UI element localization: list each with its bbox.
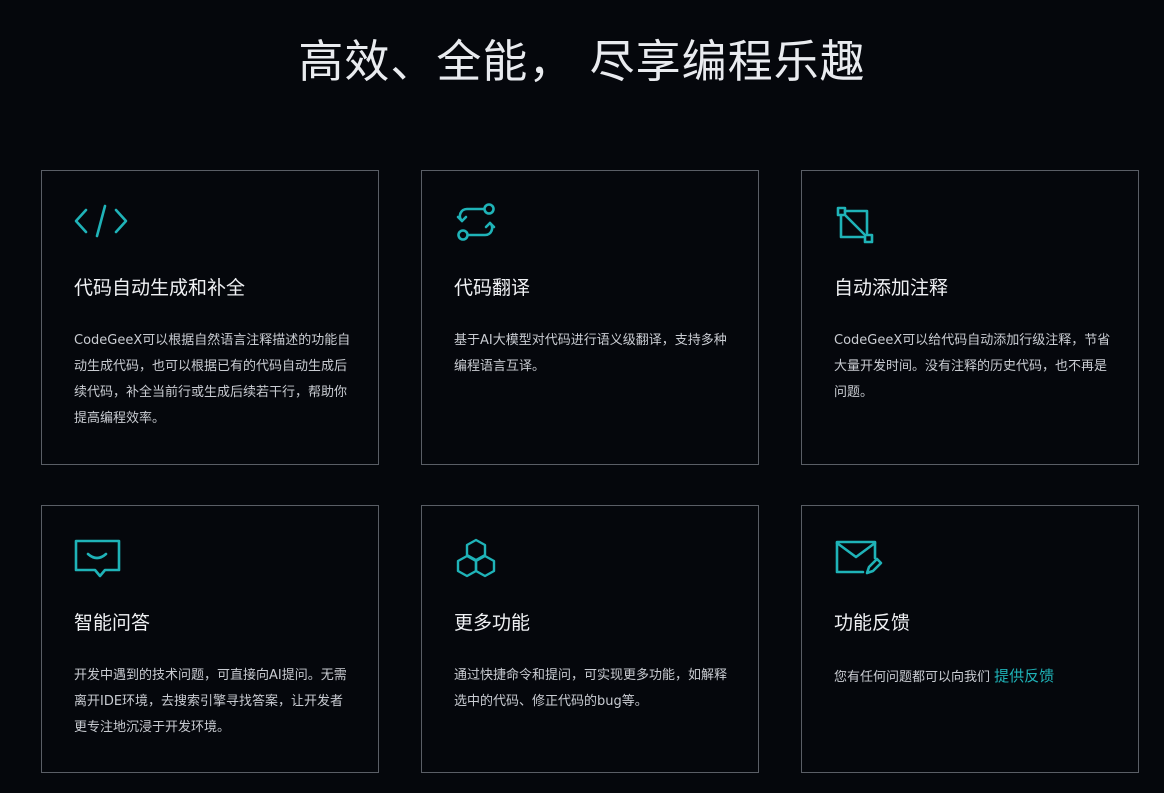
- card-description: CodeGeeX可以根据自然语言注释描述的功能自动生成代码，也可以根据已有的代码…: [74, 333, 351, 426]
- card-title: 代码翻译: [454, 277, 531, 299]
- feedback-link[interactable]: 提供反馈: [994, 667, 1054, 685]
- card-title: 智能问答: [74, 612, 151, 634]
- chat-bubble-icon: [73, 538, 129, 580]
- card-title: 代码自动生成和补全: [74, 277, 246, 299]
- card-description: 通过快捷命令和提问，可实现更多功能，如解释选中的代码、修正代码的bug等。: [454, 668, 728, 709]
- code-icon: [73, 203, 129, 245]
- feature-card-code-completion: 代码自动生成和补全 CodeGeeX可以根据自然语言注释描述的功能自动生成代码，…: [41, 170, 379, 465]
- card-description: 开发中遇到的技术问题，可直接向AI提问。无需离开IDE环境，去搜索引擎寻找答案，…: [74, 668, 347, 735]
- feature-card-smart-qa: 智能问答 开发中遇到的技术问题，可直接向AI提问。无需离开IDE环境，去搜索引擎…: [41, 505, 379, 773]
- page-title: 高效、全能， 尽享编程乐趣: [298, 35, 866, 89]
- feature-card-auto-comment: 自动添加注释 CodeGeeX可以给代码自动添加行级注释，节省大量开发时间。没有…: [801, 170, 1139, 465]
- feature-card-more-features: 更多功能 通过快捷命令和提问，可实现更多功能，如解释选中的代码、修正代码的bug…: [421, 505, 759, 773]
- card-title: 功能反馈: [834, 612, 911, 634]
- card-description: 您有任何问题都可以向我们 提供反馈: [834, 663, 1112, 691]
- mail-edit-icon: [833, 538, 889, 580]
- card-title: 自动添加注释: [834, 277, 949, 299]
- feedback-text: 您有任何问题都可以向我们: [834, 670, 995, 685]
- feature-card-feedback: 功能反馈 您有任何问题都可以向我们 提供反馈: [801, 505, 1139, 773]
- card-description: CodeGeeX可以给代码自动添加行级注释，节省大量开发时间。没有注释的历史代码…: [834, 333, 1111, 400]
- feature-card-code-translation: 代码翻译 基于AI大模型对代码进行语义级翻译，支持多种编程语言互译。: [421, 170, 759, 465]
- card-description: 基于AI大模型对代码进行语义级翻译，支持多种编程语言互译。: [454, 333, 727, 374]
- card-title: 更多功能: [454, 612, 531, 634]
- translate-icon: [453, 203, 509, 245]
- comment-nodes-icon: [833, 203, 889, 245]
- hexagons-icon: [453, 538, 509, 580]
